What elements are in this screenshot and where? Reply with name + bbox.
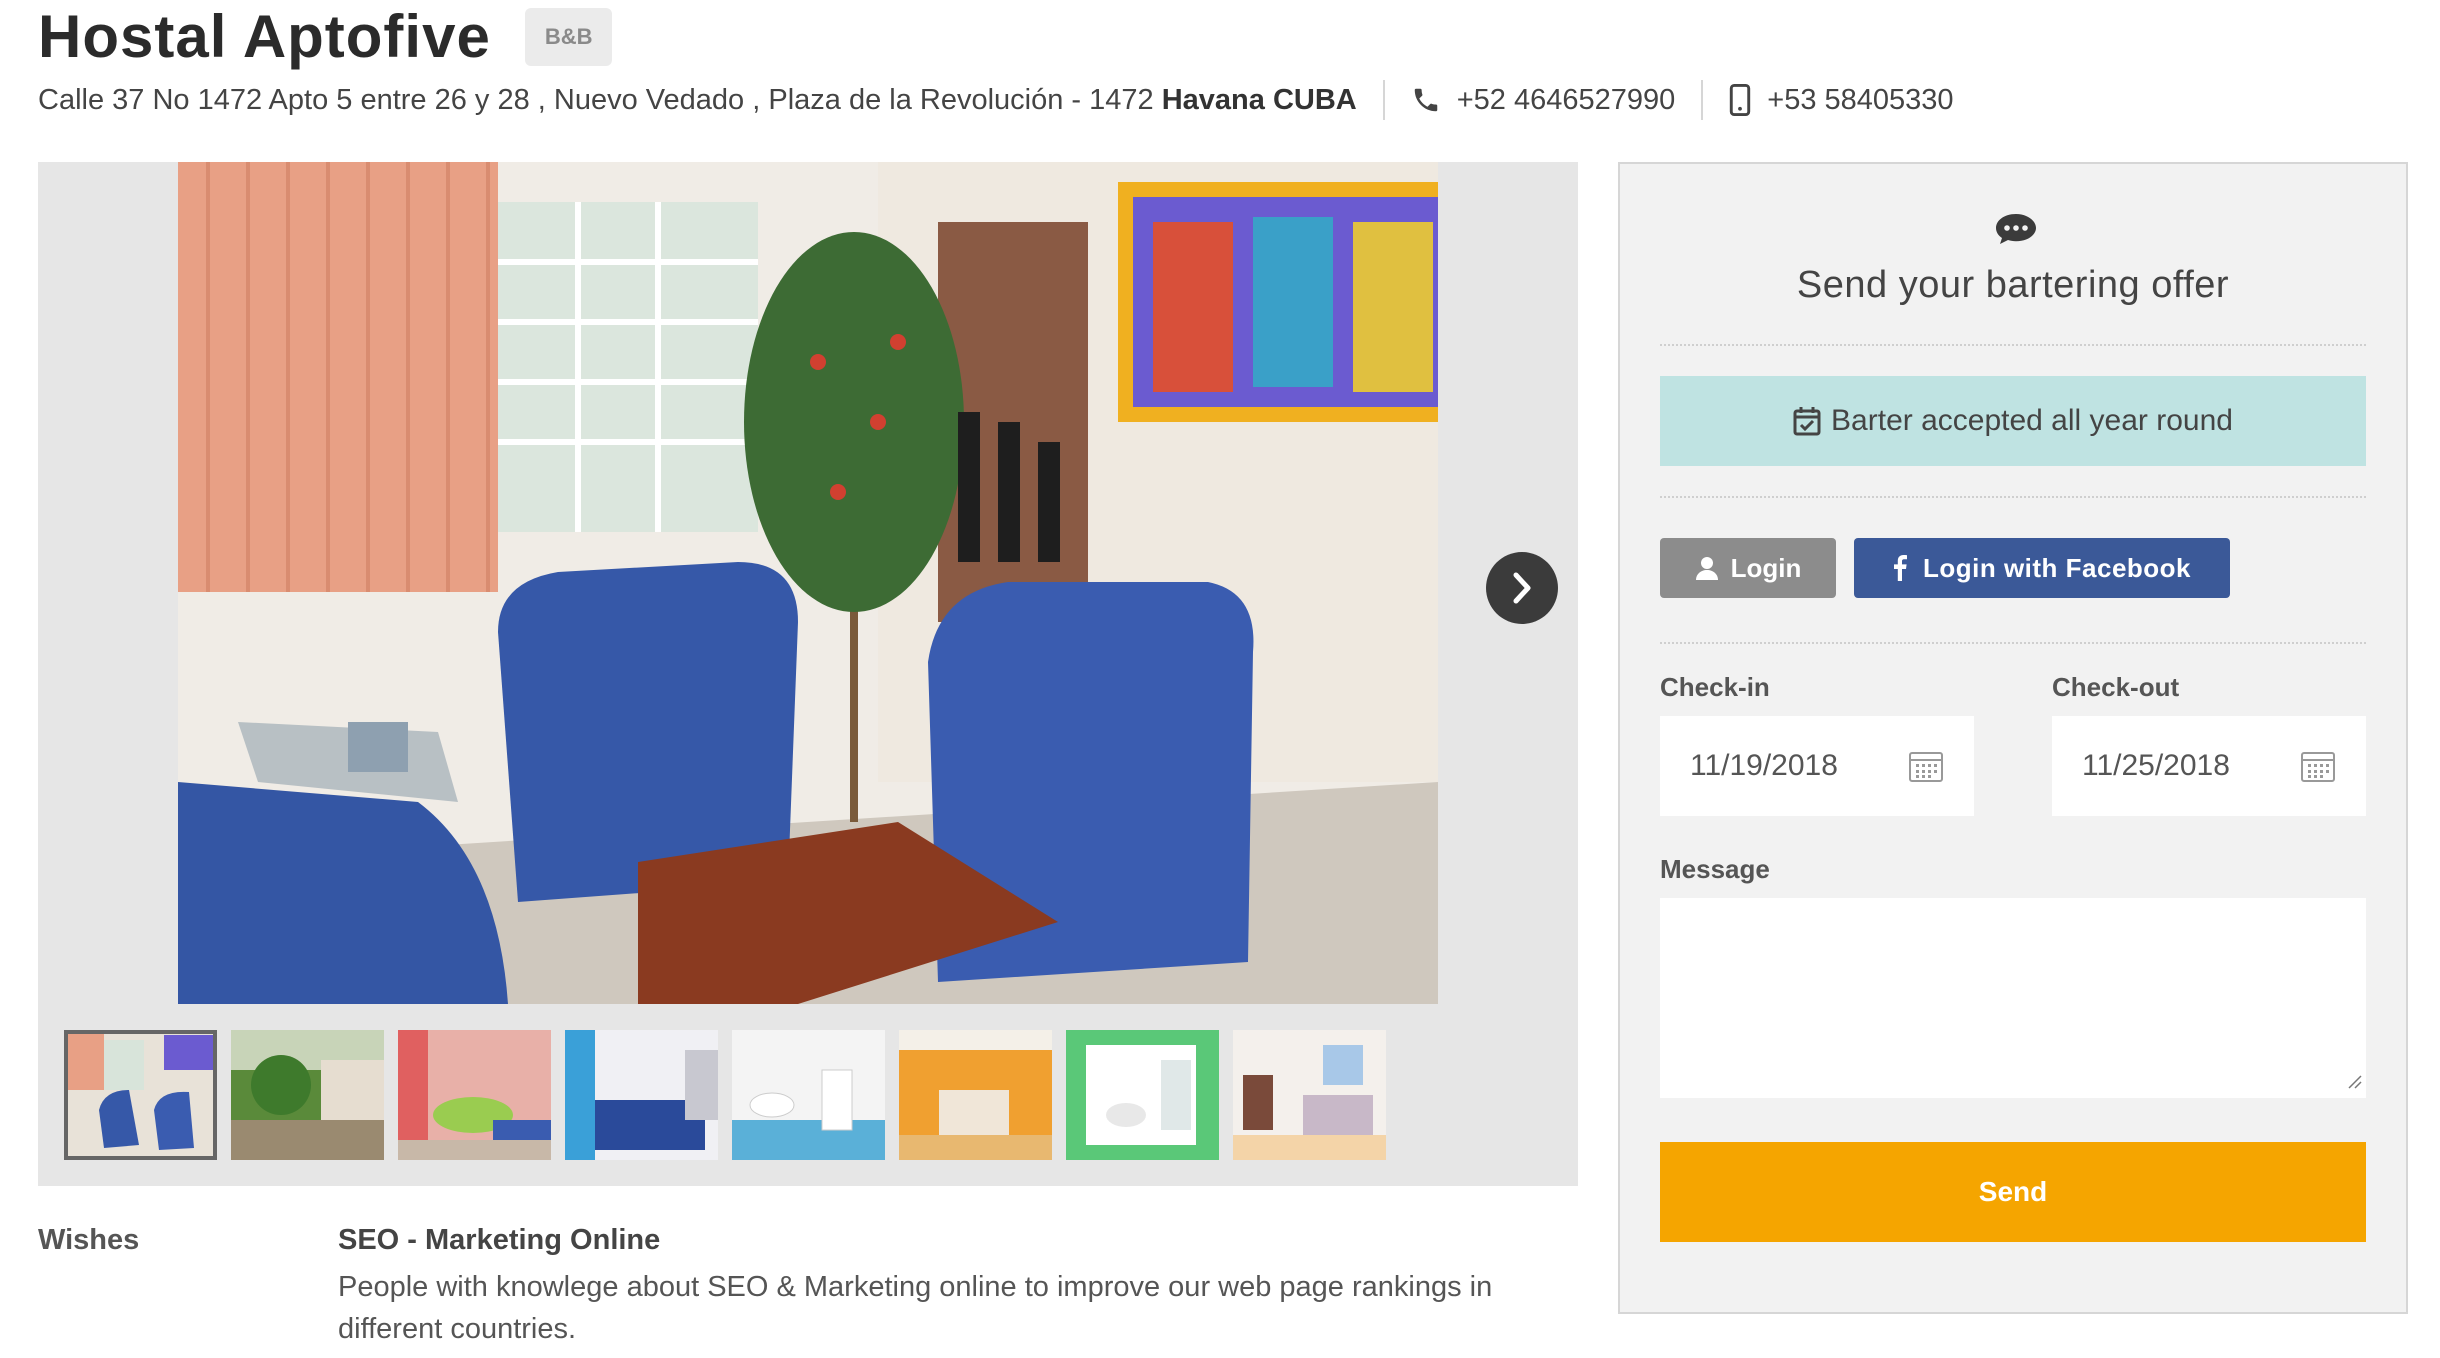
wishes-description: People with knowlege about SEO & Marketi… — [338, 1271, 1493, 1345]
checkout-value: 11/25/2018 — [2082, 749, 2230, 782]
phone-number: +52 4646527990 — [1456, 83, 1676, 116]
wishes-label: Wishes — [38, 1224, 140, 1256]
facebook-icon — [1893, 555, 1907, 581]
page-title: Hostal Aptofive — [38, 3, 491, 70]
divider — [1382, 80, 1385, 120]
calendar-icon[interactable] — [2300, 749, 2336, 783]
checkin-date-field[interactable]: 11/19/2018 — [1660, 716, 1974, 816]
message-label: Message — [1660, 854, 1770, 884]
login-label: Login — [1730, 552, 1802, 583]
address-street: Calle 37 No 1472 Apto 5 entre 26 y 28 , … — [38, 83, 1154, 116]
message-textarea[interactable] — [1660, 898, 2366, 1098]
barter-offer-panel: Send your bartering offer Barter accepte… — [1618, 162, 2408, 1314]
mobile-contact[interactable]: +53 58405330 — [1729, 83, 1954, 117]
calendar-check-icon — [1793, 406, 1821, 436]
address-text: Calle 37 No 1472 Apto 5 entre 26 y 28 , … — [38, 84, 1357, 117]
thumbnail-strip — [64, 1030, 1386, 1160]
resize-handle-icon[interactable] — [2346, 1073, 2362, 1094]
checkout-date-field[interactable]: 11/25/2018 — [2052, 716, 2366, 816]
chat-bubble-icon — [1994, 212, 2038, 251]
divider — [1660, 344, 2366, 346]
thumbnail-living-room[interactable] — [64, 1030, 217, 1160]
panel-title: Send your bartering offer — [1796, 264, 2230, 306]
chevron-right-icon — [1513, 572, 1531, 604]
phone-icon — [1411, 85, 1441, 115]
thumbnail-bedroom[interactable] — [1233, 1030, 1386, 1160]
phone-contact[interactable]: +52 4646527990 — [1411, 83, 1676, 117]
calendar-icon[interactable] — [1908, 749, 1944, 783]
divider — [1701, 80, 1704, 120]
send-button[interactable]: Send — [1660, 1142, 2366, 1242]
title-row: Hostal Aptofive B&B — [38, 2, 613, 71]
address-city: Havana CUBA — [1161, 83, 1357, 116]
checkin-value: 11/19/2018 — [1690, 749, 1838, 782]
contact-info-row: Calle 37 No 1472 Apto 5 entre 26 y 28 , … — [38, 80, 1954, 120]
photo-gallery — [38, 162, 1578, 1186]
facebook-login-button[interactable]: Login with Facebook — [1854, 538, 2230, 598]
barter-text: Barter accepted all year round — [1831, 404, 2233, 437]
thumbnail-garden[interactable] — [231, 1030, 384, 1160]
thumbnail-orange-bedroom[interactable] — [899, 1030, 1052, 1160]
mobile-number: +53 58405330 — [1767, 83, 1954, 116]
living-room-photo[interactable] — [178, 162, 1438, 1004]
user-icon — [1695, 556, 1719, 580]
login-button[interactable]: Login — [1660, 538, 1836, 598]
facebook-label: Login with Facebook — [1922, 552, 2192, 583]
category-badge: B&B — [524, 7, 613, 66]
thumbnail-bathroom[interactable] — [732, 1030, 885, 1160]
checkout-label: Check-out — [2052, 672, 2180, 702]
thumbnail-blue-bedroom[interactable] — [565, 1030, 718, 1160]
checkin-label: Check-in — [1660, 672, 1770, 702]
divider — [1660, 642, 2366, 644]
mobile-icon — [1729, 84, 1751, 116]
wishes-title: SEO - Marketing Online — [338, 1224, 661, 1256]
divider — [1660, 496, 2366, 498]
thumbnail-green-bathroom[interactable] — [1066, 1030, 1219, 1160]
barter-availability-notice: Barter accepted all year round — [1660, 376, 2366, 466]
thumbnail-dining-room[interactable] — [398, 1030, 551, 1160]
next-photo-button[interactable] — [1486, 552, 1558, 624]
